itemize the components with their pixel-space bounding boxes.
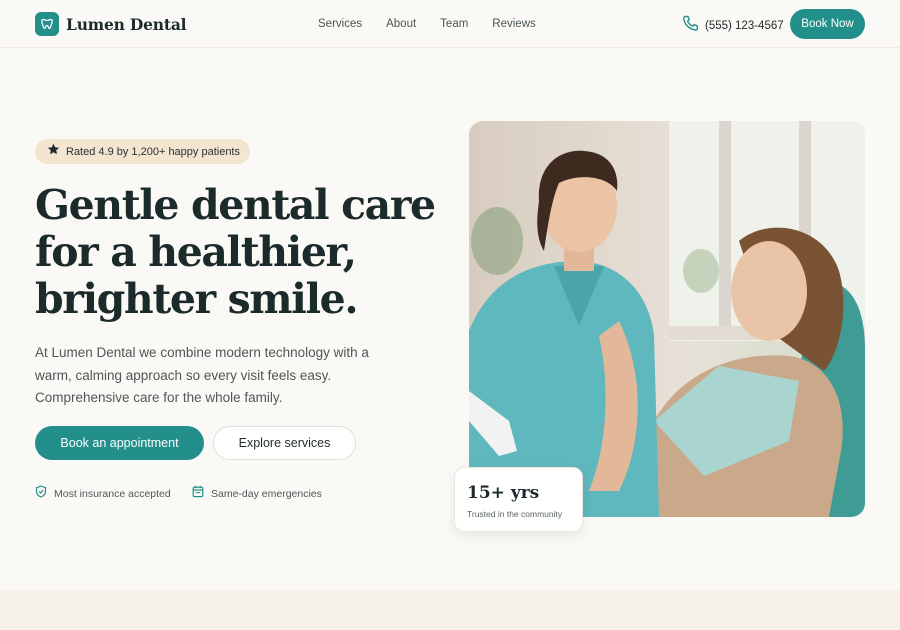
tooth-icon — [35, 12, 59, 36]
main-nav: Services About Team Reviews — [318, 17, 560, 31]
headline-line: Gentle dental care — [35, 181, 436, 229]
phone-link[interactable]: (555) 123-4567 — [682, 15, 784, 37]
hero-headline: Gentle dental care for a healthier, brig… — [35, 181, 436, 323]
next-section-band — [0, 590, 900, 630]
headline-line: brighter smile. — [35, 275, 359, 323]
star-icon — [47, 143, 60, 161]
logo[interactable]: Lumen Dental — [35, 12, 187, 36]
calendar-icon — [192, 485, 204, 503]
rating-text: Rated 4.9 by 1,200+ happy patients — [66, 145, 240, 158]
feature-emergencies: Same-day emergencies — [192, 485, 322, 503]
site-header: Lumen Dental Services About Team Reviews… — [0, 0, 900, 48]
rating-badge: Rated 4.9 by 1,200+ happy patients — [35, 139, 250, 164]
stat-label: Trusted in the community — [467, 509, 563, 519]
headline-line: for a healthier, — [35, 228, 357, 276]
nav-item-services[interactable]: Services — [318, 17, 362, 31]
book-appointment-button[interactable]: Book an appointment — [35, 426, 204, 460]
phone-icon — [682, 15, 699, 37]
feature-insurance: Most insurance accepted — [35, 485, 171, 503]
stat-value: 15+ yrs — [467, 483, 540, 503]
nav-item-about[interactable]: About — [386, 17, 416, 31]
feature-label: Most insurance accepted — [54, 488, 171, 500]
stat-card: 15+ yrs Trusted in the community — [454, 467, 583, 532]
shield-icon — [35, 485, 47, 503]
feature-label: Same-day emergencies — [211, 488, 322, 500]
nav-item-team[interactable]: Team — [440, 17, 468, 31]
explore-services-button[interactable]: Explore services — [213, 426, 356, 460]
nav-item-reviews[interactable]: Reviews — [492, 17, 535, 31]
hero-photo — [469, 121, 865, 517]
book-now-button[interactable]: Book Now — [790, 9, 865, 39]
brand-name: Lumen Dental — [66, 14, 187, 34]
phone-number: (555) 123-4567 — [705, 20, 784, 32]
hero-description: At Lumen Dental we combine modern techno… — [35, 345, 369, 405]
